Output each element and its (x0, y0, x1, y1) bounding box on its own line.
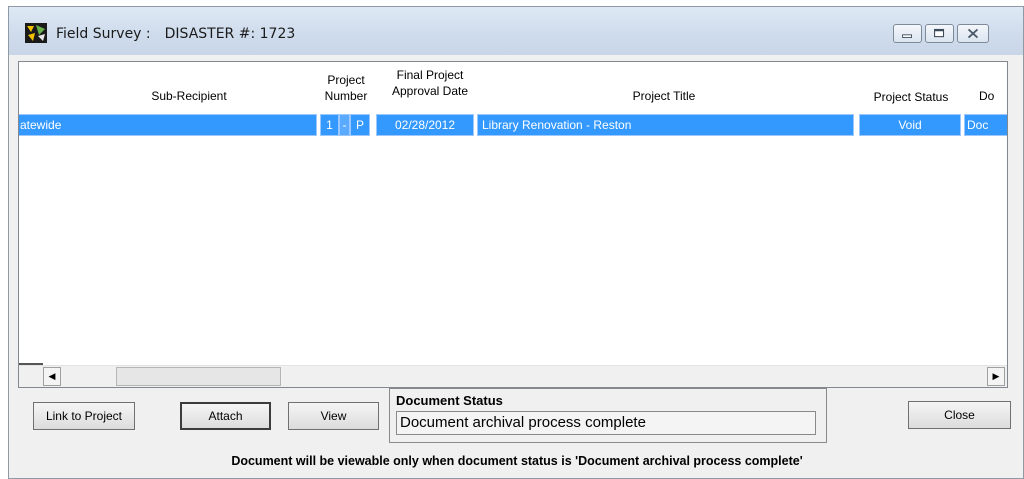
project-grid[interactable]: Sub-Recipient Project Number Final Proje… (18, 61, 1008, 388)
close-icon (967, 28, 979, 39)
header-project-number-line1: Project (327, 73, 365, 87)
cell-project-title[interactable]: Library Renovation - Reston (477, 114, 854, 136)
document-viewable-note: Document will be viewable only when docu… (231, 454, 803, 468)
header-approval-date-line1: Final Project (396, 68, 464, 82)
attach-button[interactable]: Attach (180, 402, 271, 430)
cell-doc[interactable]: Doc (964, 114, 1007, 136)
header-sub-recipient[interactable]: Sub-Recipient (89, 88, 289, 104)
close-window-button[interactable] (957, 24, 989, 43)
title-disaster-number: DISASTER #: 1723 (164, 26, 296, 42)
maximize-button[interactable] (925, 24, 954, 43)
close-button[interactable]: Close (908, 401, 1011, 429)
scroll-right-button[interactable]: ▶ (987, 367, 1005, 386)
field-survey-app-icon (25, 23, 47, 43)
header-approval-date-line2: Approval Date (391, 84, 469, 98)
cell-sub-recipient[interactable]: atewide (19, 114, 317, 136)
cell-project-category[interactable]: P (350, 114, 370, 136)
arrow-left-icon: ◀ (48, 371, 56, 381)
window-title: Field Survey : DISASTER #: 1723 (56, 26, 295, 42)
header-project-number-line2: Number (324, 89, 368, 103)
cell-project-number[interactable]: 1 (320, 114, 339, 136)
document-status-field: Document archival process complete (396, 411, 816, 435)
title-bar[interactable]: Field Survey : DISASTER #: 1723 (9, 7, 1023, 55)
header-approval-date[interactable]: Final Project Approval Date (375, 67, 485, 99)
cell-project-status[interactable]: Void (859, 114, 961, 136)
header-project-status[interactable]: Project Status (861, 89, 961, 105)
document-status-label: Document Status (396, 393, 503, 408)
minimize-button[interactable] (893, 24, 922, 43)
window-client-area: Sub-Recipient Project Number Final Proje… (12, 55, 1019, 475)
field-survey-window: Field Survey : DISASTER #: 1723 Sub-Recip… (8, 6, 1024, 479)
scroll-left-button[interactable]: ◀ (43, 367, 61, 386)
header-project-number[interactable]: Project Number (319, 72, 373, 104)
cell-project-separator: - (339, 114, 350, 136)
horizontal-scrollbar[interactable]: ◀ ▶ (19, 365, 1007, 387)
view-button[interactable]: View (288, 402, 379, 430)
header-doc[interactable]: Do (979, 88, 1007, 104)
minimize-icon (902, 34, 912, 38)
arrow-right-icon: ▶ (992, 371, 1000, 381)
header-project-title[interactable]: Project Title (479, 88, 849, 104)
scrollbar-thumb[interactable] (116, 367, 281, 386)
maximize-icon (934, 28, 945, 38)
cell-approval-date[interactable]: 02/28/2012 (376, 114, 474, 136)
document-status-group: Document Status Document archival proces… (389, 388, 827, 443)
title-app-name: Field Survey : (56, 26, 151, 42)
link-to-project-button[interactable]: Link to Project (33, 402, 135, 430)
